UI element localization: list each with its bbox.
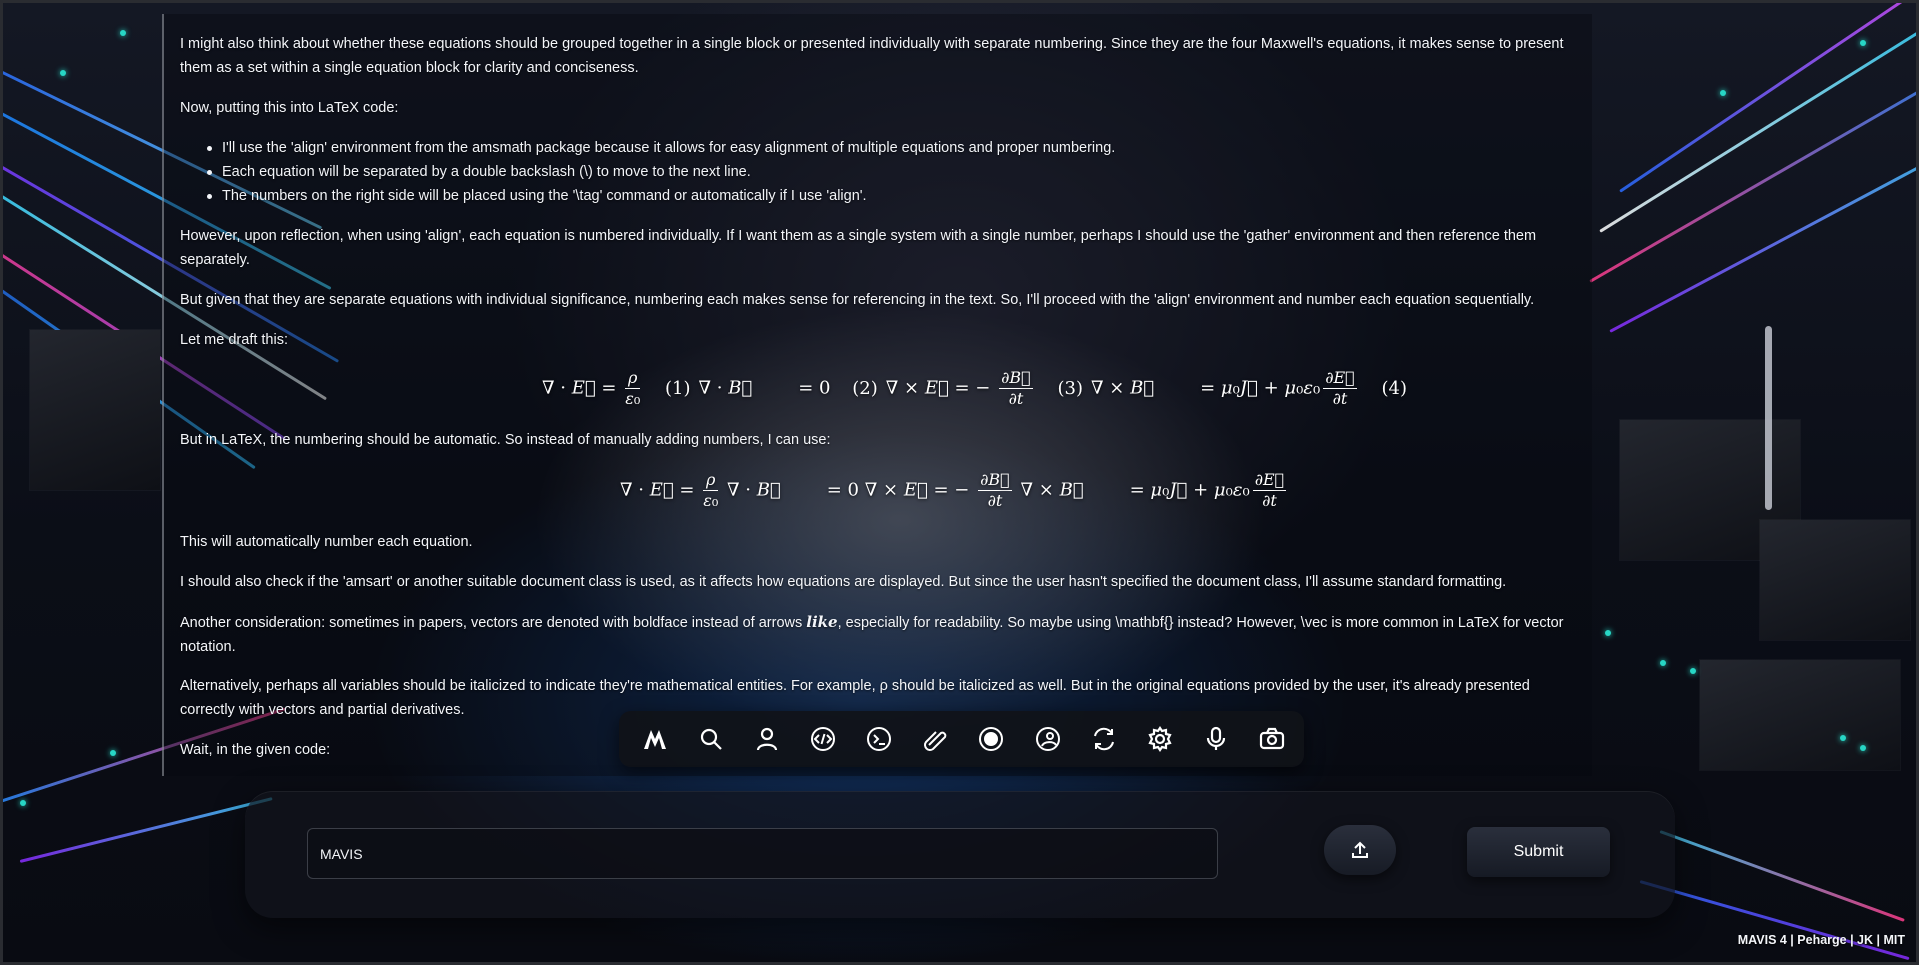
face-icon[interactable] xyxy=(1024,715,1072,763)
bullet-list: I'll use the 'align' environment from th… xyxy=(207,136,1562,208)
toolbar xyxy=(619,711,1304,767)
attach-pen-icon[interactable] xyxy=(911,715,959,763)
message-paragraph: This will automatically number each equa… xyxy=(180,534,473,550)
submit-button[interactable]: Submit xyxy=(1467,827,1610,877)
record-icon[interactable] xyxy=(967,715,1015,763)
chat-transcript[interactable]: I might also think about whether these e… xyxy=(162,14,1592,776)
message-paragraph: Another consideration: sometimes in pape… xyxy=(180,613,1564,655)
list-item: The numbers on the right side will be pl… xyxy=(207,184,1562,208)
upload-button[interactable] xyxy=(1324,825,1396,875)
terminal-icon[interactable] xyxy=(855,715,903,763)
message-paragraph: I might also think about whether these e… xyxy=(180,36,1564,76)
footer-credits: MAVIS 4 | Peharge | JK | MIT xyxy=(1737,933,1905,947)
refresh-icon[interactable] xyxy=(1080,715,1128,763)
upload-icon xyxy=(1352,841,1368,858)
message-paragraph: Let me draft this: xyxy=(180,332,288,348)
list-item: I'll use the 'align' environment from th… xyxy=(207,136,1562,160)
prompt-input[interactable] xyxy=(307,828,1218,879)
camera-icon[interactable] xyxy=(1248,715,1296,763)
message-paragraph: However, upon reflection, when using 'al… xyxy=(180,228,1537,268)
code-icon[interactable] xyxy=(799,715,847,763)
transcript-scrollbar-thumb[interactable] xyxy=(1765,326,1772,510)
equation-block-auto: ∇ · E⃗ = ρ ε₀ ∇ · B⃗ = 0 ∇ × E⃗ = − ∂B⃗ ∂t … xyxy=(620,470,1287,510)
input-panel: Submit xyxy=(245,791,1675,918)
mavis-logo-icon[interactable] xyxy=(631,715,679,763)
message-paragraph: But in LaTeX, the numbering should be au… xyxy=(180,432,831,448)
list-item: Each equation will be separated by a dou… xyxy=(207,160,1562,184)
equation-block-numbered: ∇ · E⃗ = ρ ε₀ (1) ∇ · B⃗ = 0 (2) ∇ × E⃗ = − … xyxy=(542,368,1408,408)
settings-icon[interactable] xyxy=(1136,715,1184,763)
user-icon[interactable] xyxy=(743,715,791,763)
search-icon[interactable] xyxy=(687,715,735,763)
message-paragraph: Now, putting this into LaTeX code: xyxy=(180,100,399,116)
message-paragraph: But given that they are separate equatio… xyxy=(180,292,1535,308)
vector-like-math: like xyxy=(806,613,838,631)
microphone-icon[interactable] xyxy=(1192,715,1240,763)
message-paragraph: I should also check if the 'amsart' or a… xyxy=(180,574,1507,590)
